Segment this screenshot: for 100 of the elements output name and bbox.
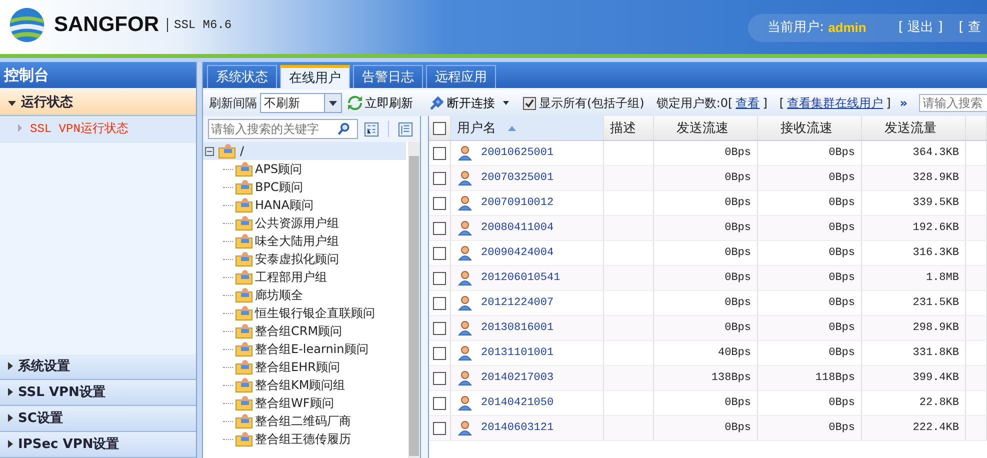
splitter-handle[interactable]: [197, 62, 203, 458]
tab[interactable]: 在线用户: [280, 65, 350, 88]
row-checkbox[interactable]: [433, 272, 446, 284]
bracket-text: [: [779, 96, 784, 110]
tree-item[interactable]: APS顾问: [203, 160, 406, 178]
brand-name: SANGFOR: [54, 13, 159, 37]
table-cell: 0Bps: [724, 222, 751, 234]
tree-search-field[interactable]: 请输入搜索的关键字: [208, 119, 358, 139]
more-button[interactable]: »: [900, 96, 908, 110]
sidebar-section[interactable]: IPSec VPN设置: [0, 432, 196, 458]
tree-item[interactable]: 整合组WF顾问: [203, 394, 406, 412]
column-header[interactable]: 发送流量: [862, 116, 966, 140]
locked-users-label: 锁定用户数:0[: [656, 94, 733, 112]
collapse-toggle-icon[interactable]: [205, 146, 214, 156]
refresh-button[interactable]: 立即刷新: [345, 94, 415, 112]
row-checkbox[interactable]: [433, 196, 446, 210]
column-header[interactable]: 发送流速: [654, 116, 758, 140]
table-cell: 0Bps: [724, 397, 751, 409]
column-header[interactable]: 描述: [604, 116, 654, 140]
user-folder-icon: [235, 215, 253, 231]
splitter-handle[interactable]: [421, 116, 429, 458]
tree-item[interactable]: 整合组二维码厂商: [203, 412, 406, 430]
select-all-checkbox[interactable]: [433, 122, 446, 134]
tree-item[interactable]: 整合组CRM顾问: [203, 322, 406, 340]
column-header[interactable]: 接收流速: [758, 116, 862, 140]
row-checkbox[interactable]: [433, 346, 446, 360]
show-all-checkbox[interactable]: 显示所有(包括子组): [523, 94, 644, 112]
row-checkbox[interactable]: [433, 146, 446, 160]
view-link[interactable]: 查看: [736, 94, 760, 112]
tree-item[interactable]: 安泰虚拟化顾问: [203, 250, 406, 268]
user-folder-icon: [235, 341, 253, 357]
row-checkbox[interactable]: [433, 246, 446, 260]
header-link[interactable]: [ 退出 ]: [898, 18, 943, 36]
row-checkbox[interactable]: [433, 422, 446, 434]
username-link[interactable]: 201206010541: [481, 272, 560, 284]
user-icon: [457, 245, 473, 261]
table-cell: 0Bps: [828, 272, 855, 284]
table-cell: 0Bps: [724, 172, 751, 184]
user-icon: [457, 420, 473, 436]
user-folder-icon: [235, 431, 253, 447]
user-icon: [457, 195, 473, 211]
column-header[interactable]: 用户名: [451, 116, 604, 140]
tree-item[interactable]: 整合组E-learnin顾问: [203, 340, 406, 358]
row-checkbox[interactable]: [433, 322, 446, 334]
tree-item[interactable]: 公共资源用户组: [203, 214, 406, 232]
tree-item[interactable]: 工程部用户组: [203, 268, 406, 286]
table-cell: 0Bps: [724, 272, 751, 284]
search-field[interactable]: 请输入搜索: [918, 94, 987, 112]
interval-dropdown[interactable]: 不刷新: [260, 93, 342, 113]
scrollbar[interactable]: [408, 142, 420, 458]
table-cell: 22.8KB: [919, 397, 959, 409]
tree-item[interactable]: BPC顾问: [203, 178, 406, 196]
globe-logo-icon: [8, 6, 46, 44]
user-icon: [457, 145, 473, 161]
tree-item[interactable]: 整合组EHR顾问: [203, 358, 406, 376]
tab[interactable]: 系统状态: [207, 65, 277, 88]
row-checkbox[interactable]: [433, 296, 446, 310]
username-link[interactable]: 20130816001: [481, 322, 554, 334]
username-link[interactable]: 20140217003: [481, 372, 554, 384]
username-link[interactable]: 20010625001: [481, 147, 554, 159]
list-view-icon[interactable]: [398, 122, 413, 136]
tree-item[interactable]: 整合组KM顾问组: [203, 376, 406, 394]
tree-view-icon[interactable]: [364, 122, 379, 136]
table-cell: 0Bps: [828, 172, 855, 184]
search-icon[interactable]: [337, 122, 351, 136]
row-checkbox[interactable]: [433, 396, 446, 410]
tree-item[interactable]: 整合组王德传履历: [203, 430, 406, 448]
user-folder-icon: [235, 251, 253, 267]
tab[interactable]: 远程应用: [426, 65, 496, 88]
dropdown-caret-icon[interactable]: [324, 94, 341, 112]
header-link[interactable]: [ 查: [958, 18, 981, 36]
table-cell: 0Bps: [828, 297, 855, 309]
username-link[interactable]: 20090424004: [481, 247, 554, 259]
username-link[interactable]: 20140603121: [481, 422, 554, 434]
username-link[interactable]: 20070910012: [481, 197, 554, 209]
row-checkbox[interactable]: [433, 222, 446, 234]
tree-item[interactable]: HANA顾问: [203, 196, 406, 214]
user-folder-icon: [235, 269, 253, 285]
cluster-users-link[interactable]: 查看集群在线用户: [787, 94, 884, 112]
table-cell: 0Bps: [828, 222, 855, 234]
row-checkbox[interactable]: [433, 172, 446, 184]
current-user-label: 当前用户:: [768, 19, 824, 36]
row-checkbox[interactable]: [433, 372, 446, 384]
username-link[interactable]: 20080411004: [481, 222, 554, 234]
sidebar-section[interactable]: 系统设置: [0, 354, 196, 380]
tree-item[interactable]: 廊坊顺全: [203, 286, 406, 304]
tree-item[interactable]: 味全大陆用户组: [203, 232, 406, 250]
username-link[interactable]: 20121224007: [481, 297, 554, 309]
tree-root-row[interactable]: /: [203, 142, 406, 160]
username-link[interactable]: 20070325001: [481, 172, 554, 184]
sidebar-section[interactable]: SSL VPN设置: [0, 380, 196, 406]
disconnect-button[interactable]: 断开连接: [427, 94, 511, 112]
tab[interactable]: 告警日志: [353, 65, 423, 88]
user-icon: [457, 345, 473, 361]
tree-item[interactable]: 恒生银行银企直联顾问: [203, 304, 406, 322]
username-link[interactable]: 20140421050: [481, 397, 554, 409]
tree-node-label: /: [240, 144, 244, 158]
sidebar-section[interactable]: 运行状态: [0, 90, 196, 116]
sidebar-section[interactable]: SC设置: [0, 406, 196, 432]
username-link[interactable]: 20131101001: [481, 347, 554, 359]
